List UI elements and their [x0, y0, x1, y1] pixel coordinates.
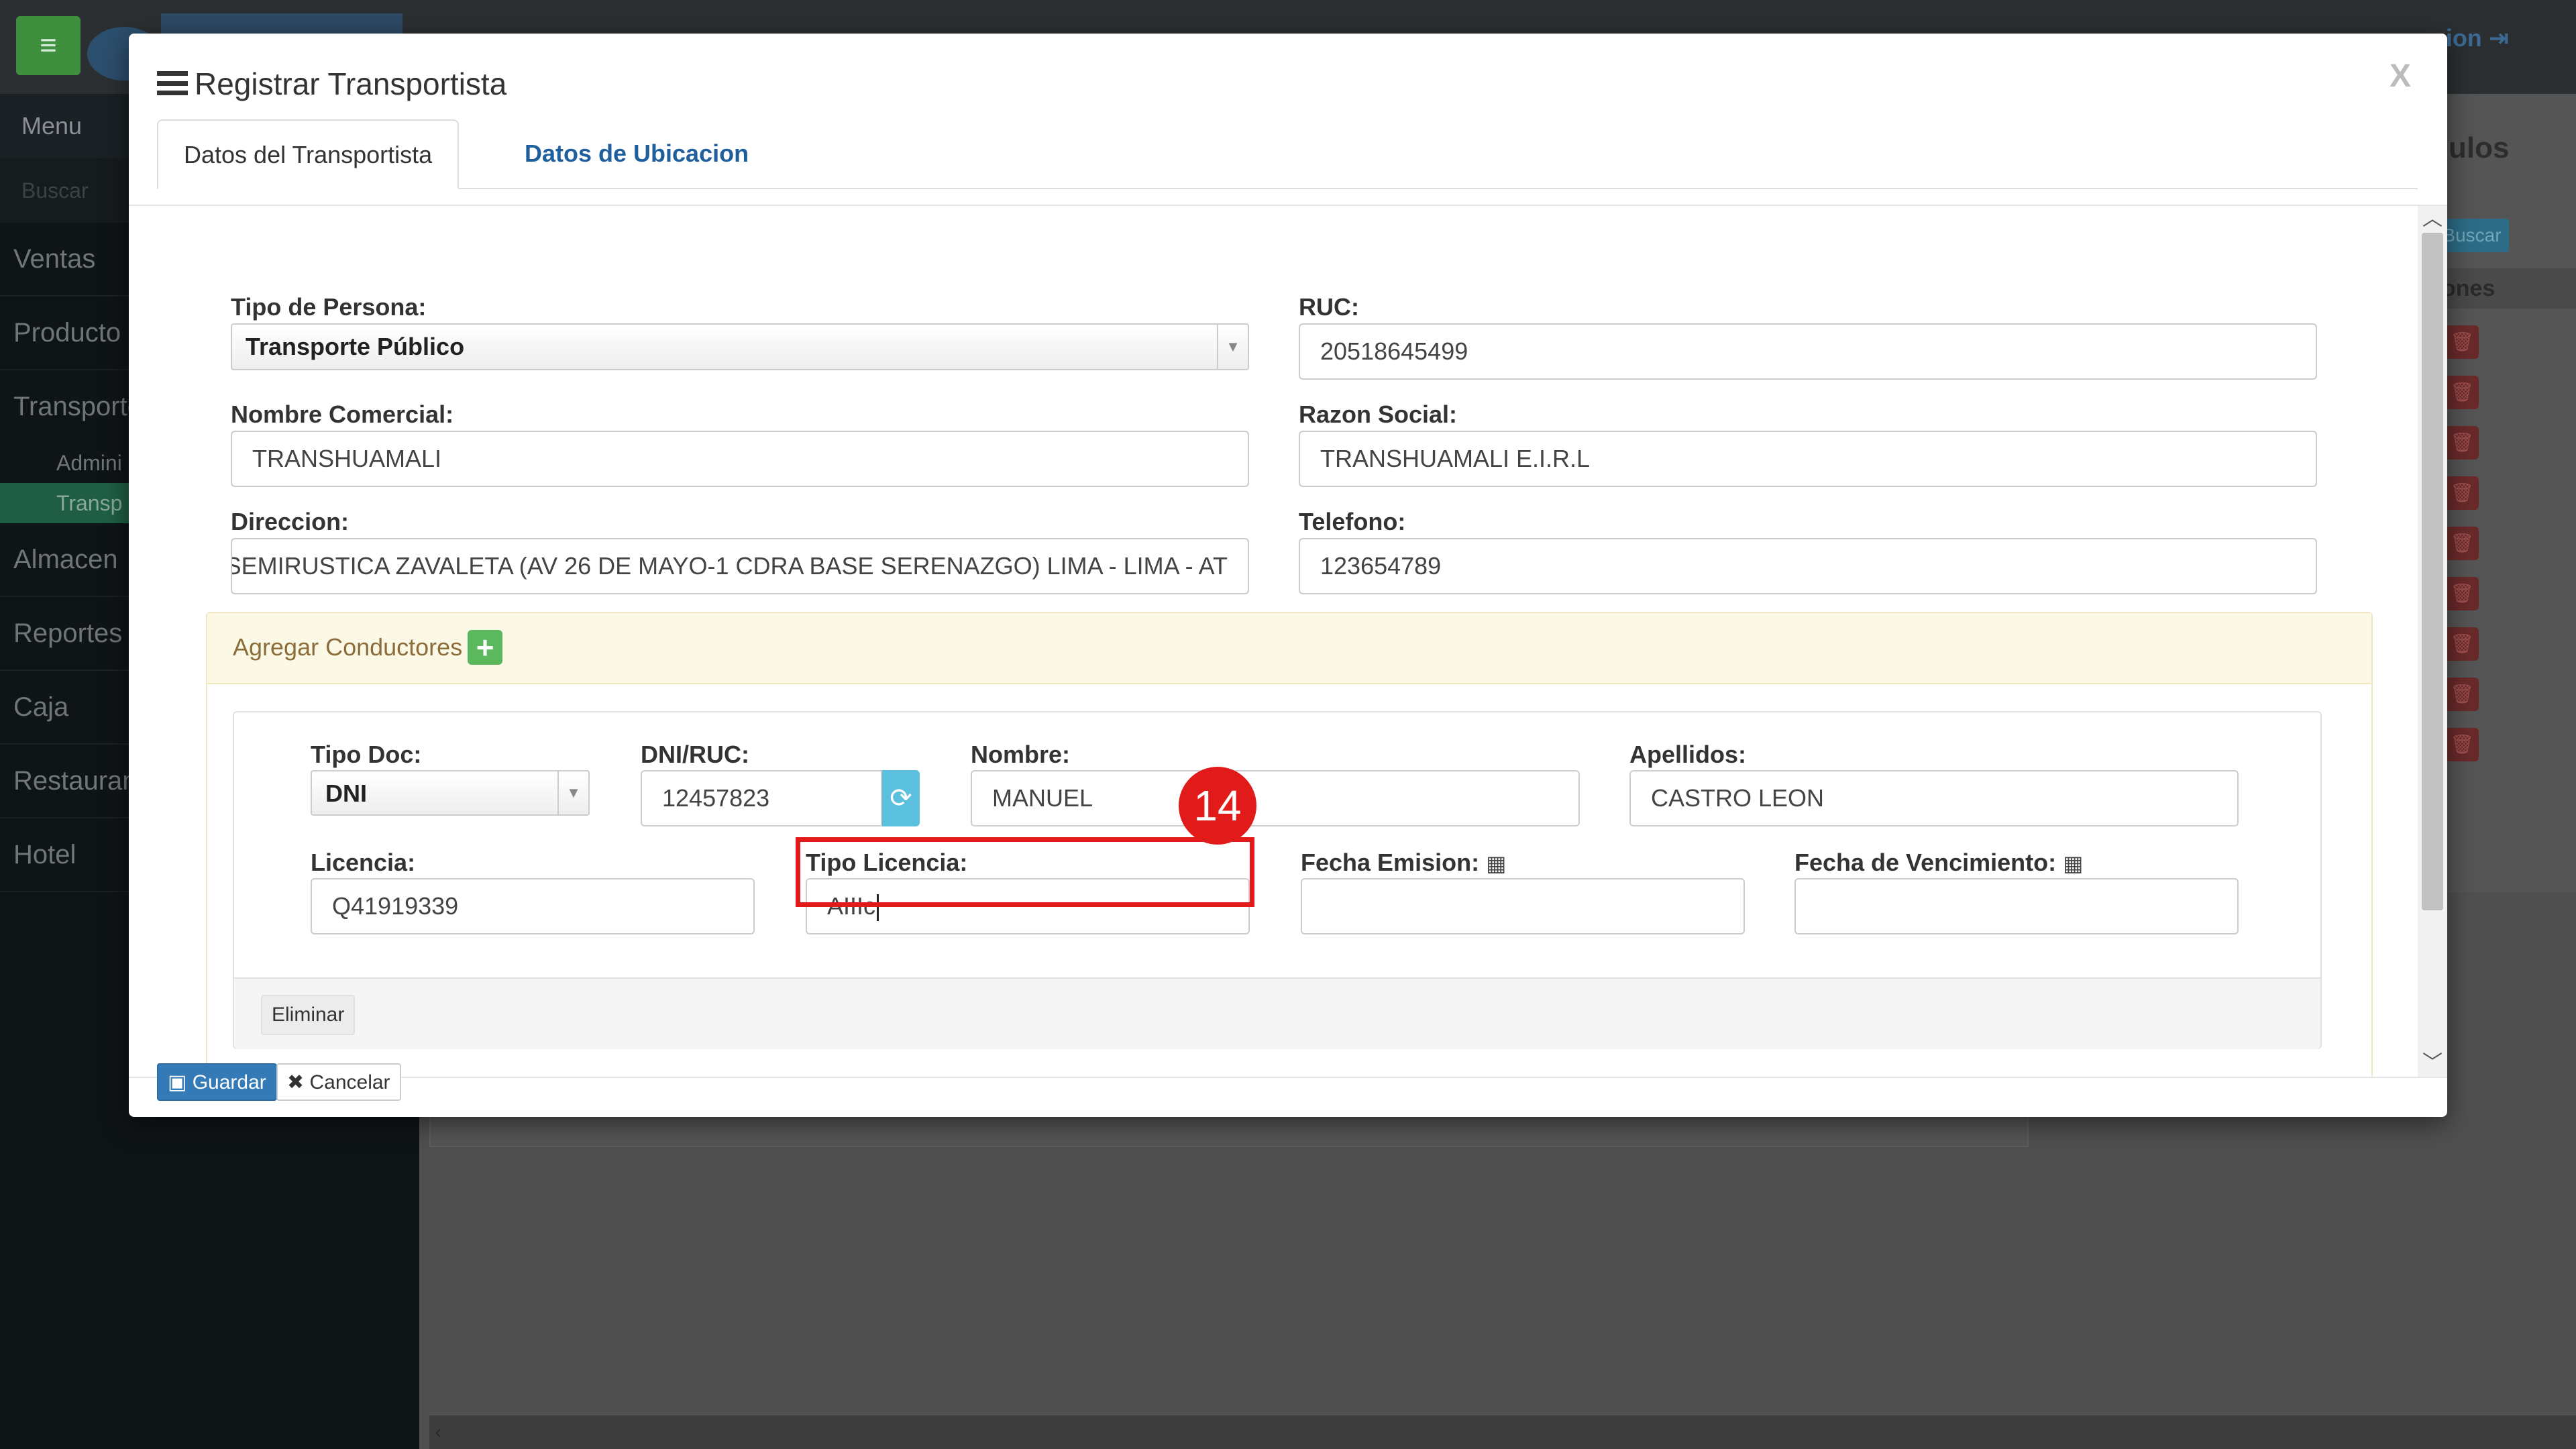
list-icon [157, 71, 188, 95]
razon-social-label: Razon Social: [1299, 400, 1458, 428]
plus-icon: + [476, 630, 494, 665]
annotation-highlight [796, 837, 1254, 907]
fecha-vencimiento-input[interactable] [1794, 878, 2239, 934]
trash-icon[interactable]: 🗑 [2445, 527, 2479, 560]
tipo-doc-select[interactable]: DNI ▼ [311, 770, 590, 816]
direccion-value: SEMIRUSTICA ZAVALETA (AV 26 DE MAYO-1 CD… [231, 552, 1228, 580]
dni-ruc-input[interactable]: 12457823 [641, 770, 882, 826]
close-button[interactable]: X [2390, 58, 2411, 95]
modal-body: Tipo de Persona: Transporte Público ▼ RU… [129, 206, 2447, 1077]
direccion-label: Direccion: [231, 508, 350, 535]
tipo-doc-label: Tipo Doc: [311, 741, 422, 768]
apellidos-label: Apellidos: [1629, 741, 1747, 768]
telefono-input[interactable]: 123654789 [1299, 538, 2317, 594]
chevron-up-icon[interactable]: ︿ [2418, 206, 2447, 233]
modal-header: Registrar Transportista X Datos del Tran… [129, 34, 2447, 205]
licencia-input[interactable]: Q41919339 [311, 878, 755, 934]
tab-datos-transportista[interactable]: Datos del Transportista [157, 119, 460, 189]
add-driver-button[interactable]: + [468, 630, 502, 665]
fecha-emision-input[interactable] [1301, 878, 1745, 934]
tipo-persona-value: Transporte Público [246, 333, 465, 360]
dni-ruc-label: DNI/RUC: [641, 741, 749, 768]
drivers-panel-title: Agregar Conductores [233, 633, 463, 661]
calendar-icon: ▦ [2063, 851, 2084, 875]
chevron-down-icon: ▼ [557, 771, 588, 814]
modal-title: Registrar Transportista [195, 66, 507, 101]
calendar-icon: ▦ [1486, 851, 1507, 875]
nombre-comercial-label: Nombre Comercial: [231, 400, 454, 428]
nombre-label: Nombre: [971, 741, 1071, 768]
pagination-strip [429, 1114, 2029, 1147]
annotation-step-badge: 14 [1179, 767, 1256, 845]
vertical-scrollbar[interactable]: ︿ ﹀ [2418, 206, 2447, 1077]
apellidos-input[interactable]: CASTRO LEON [1629, 770, 2239, 826]
trash-icon[interactable]: 🗑 [2445, 325, 2479, 359]
trash-icon[interactable]: 🗑 [2445, 728, 2479, 761]
floppy-icon: ▣ [168, 1071, 187, 1093]
razon-social-input[interactable]: TRANSHUAMALI E.I.R.L [1299, 431, 2317, 487]
licencia-label: Licencia: [311, 849, 416, 876]
fecha-emision-label: Fecha Emision: ▦ [1301, 849, 1507, 876]
save-button[interactable]: ▣ Guardar [157, 1063, 277, 1101]
close-icon: ✖ [287, 1071, 305, 1093]
modal-tabs: Datos del Transportista Datos de Ubicaci… [157, 119, 2418, 189]
tab-datos-ubicacion[interactable]: Datos de Ubicacion [499, 119, 774, 188]
nombre-input[interactable]: MANUEL [971, 770, 1580, 826]
drivers-panel-header: Agregar Conductores + [207, 613, 2371, 684]
refresh-icon[interactable]: ⟳ [882, 770, 920, 826]
telefono-label: Telefono: [1299, 508, 1406, 535]
delete-driver-button[interactable]: Eliminar [261, 995, 356, 1035]
cancel-button[interactable]: ✖ Cancelar [276, 1063, 401, 1101]
driver-card-footer: Eliminar [234, 977, 2320, 1049]
horizontal-scrollbar[interactable]: ‹ [429, 1415, 2576, 1449]
tipo-doc-value: DNI [325, 780, 367, 807]
fecha-vencimiento-label: Fecha de Vencimiento: ▦ [1794, 849, 2084, 876]
direccion-input[interactable]: SEMIRUSTICA ZAVALETA (AV 26 DE MAYO-1 CD… [231, 538, 1249, 594]
trash-icon[interactable]: 🗑 [2445, 627, 2479, 661]
register-carrier-modal: Registrar Transportista X Datos del Tran… [129, 34, 2447, 1117]
ruc-input[interactable]: 20518645499 [1299, 323, 2317, 380]
ruc-label: RUC: [1299, 293, 1359, 321]
trash-icon[interactable]: 🗑 [2445, 426, 2479, 460]
driver-card: Tipo Doc: DNI ▼ DNI/RUC: 12457823 ⟳ Nomb… [233, 711, 2322, 1049]
tipo-persona-select[interactable]: Transporte Público ▼ [231, 323, 1249, 370]
tipo-persona-label: Tipo de Persona: [231, 293, 427, 321]
modal-footer [129, 1077, 2447, 1118]
drivers-panel: Agregar Conductores + Tipo Doc: DNI ▼ DN… [206, 612, 2373, 1077]
scrollbar-thumb[interactable] [2422, 233, 2443, 910]
trash-icon[interactable]: 🗑 [2445, 577, 2479, 610]
trash-icon[interactable]: 🗑 [2445, 476, 2479, 510]
logout-icon: ⇥ [2488, 24, 2509, 52]
menu-toggle-button[interactable]: ≡ [16, 16, 80, 75]
trash-icon[interactable]: 🗑 [2445, 678, 2479, 711]
chevron-down-icon[interactable]: ﹀ [2418, 1050, 2447, 1077]
nombre-comercial-input[interactable]: TRANSHUAMALI [231, 431, 1249, 487]
page-title: ulos [2449, 131, 2510, 164]
chevron-down-icon: ▼ [1217, 325, 1248, 369]
trash-icon[interactable]: 🗑 [2445, 376, 2479, 409]
